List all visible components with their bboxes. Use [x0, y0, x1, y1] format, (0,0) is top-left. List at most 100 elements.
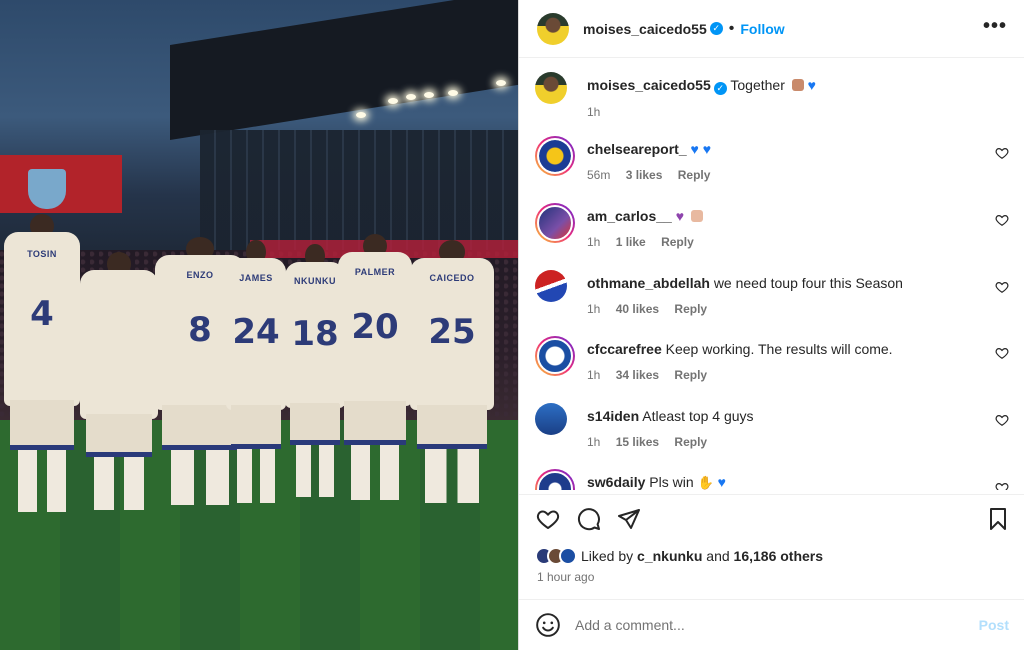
blue-heart-emoji-icon: ♥ [717, 474, 726, 490]
reply-button[interactable]: Reply [674, 368, 707, 382]
player [80, 252, 158, 510]
reply-button[interactable]: Reply [661, 235, 694, 249]
comment-likes[interactable]: 3 likes [626, 168, 663, 182]
praying-hands-emoji-icon: ✋ [697, 475, 714, 490]
comment-likes[interactable]: 34 likes [616, 368, 659, 382]
comment-username[interactable]: chelseareport_ [587, 141, 687, 157]
purple-heart-emoji-icon: ♥ [675, 208, 685, 224]
like-comment-heart-icon[interactable] [995, 346, 1009, 360]
verified-badge-icon: ✓ [713, 82, 727, 95]
player: TOSIN 4 [4, 214, 80, 512]
player: JAMES 24 [226, 240, 286, 503]
author-avatar[interactable] [535, 72, 567, 104]
comment-username[interactable]: cfccarefree [587, 341, 662, 357]
comment-time: 1h [587, 235, 601, 249]
add-comment-bar: Post [519, 599, 1024, 650]
floodlight [356, 112, 366, 118]
comment-username[interactable]: othmane_abdellah [587, 275, 710, 291]
floodlight [496, 80, 506, 86]
avatar[interactable] [535, 403, 567, 435]
reply-button[interactable]: Reply [678, 168, 711, 182]
fist-emoji-icon [690, 210, 703, 222]
reply-button[interactable]: Reply [674, 435, 707, 449]
comment-item: chelseareport_ ♥ ♥ 56m 3 likes Reply [535, 136, 1009, 188]
avatar[interactable] [535, 136, 575, 176]
liked-by-others[interactable]: 16,186 others [734, 548, 824, 564]
like-comment-heart-icon[interactable] [995, 481, 1009, 490]
liker-avatar [559, 547, 577, 565]
player: CAICEDO 25 [410, 240, 494, 503]
like-comment-heart-icon[interactable] [995, 146, 1009, 160]
floodlight [388, 98, 398, 104]
comments-list[interactable]: moises_caicedo55 ✓ Together ♥ 1h chelsear… [519, 58, 1024, 490]
comment-time: 1h [587, 302, 601, 316]
avatar[interactable] [535, 203, 575, 243]
caption: moises_caicedo55 ✓ Together ♥ 1h [535, 72, 1009, 122]
like-comment-heart-icon[interactable] [995, 213, 1009, 227]
stadium-roof [170, 0, 518, 141]
blue-heart-emoji-icon: ♥ [807, 77, 816, 93]
post-panel: moises_caicedo55 ✓ • Follow ••• moises_c… [518, 0, 1024, 650]
comment-username[interactable]: am_carlos__ [587, 208, 672, 224]
comment-likes[interactable]: 1 like [616, 235, 646, 249]
post-timestamp[interactable]: 1 hour ago [537, 570, 594, 584]
player-number: 4 [30, 293, 54, 334]
fist-emoji-icon [791, 79, 804, 91]
comment-likes[interactable]: 40 likes [616, 302, 659, 316]
player: PALMER 20 [338, 234, 412, 500]
comment-item: s14iden Atleast top 4 guys 1h 15 likes R… [535, 403, 1009, 455]
player: NKUNKU 18 [285, 244, 345, 497]
comment-text: Keep working. The results will come. [665, 341, 893, 357]
floodlight [406, 94, 416, 100]
caption-username[interactable]: moises_caicedo55 [587, 77, 711, 93]
liked-by-user[interactable]: c_nkunku [637, 548, 702, 564]
verified-badge-icon: ✓ [709, 22, 723, 35]
player-number: 20 [351, 306, 399, 347]
comment-item: sw6daily Pls win ✋ ♥ [535, 469, 1009, 490]
caption-text: Together [730, 77, 785, 93]
share-paper-plane-icon[interactable] [617, 507, 641, 531]
blue-heart-emoji-icon: ♥ [702, 141, 712, 157]
more-options-icon[interactable]: ••• [983, 16, 1007, 36]
like-heart-icon[interactable] [536, 507, 560, 531]
comment-text: Pls win [649, 474, 694, 490]
author-username[interactable]: moises_caicedo55 [583, 21, 707, 37]
comment-likes[interactable]: 15 likes [616, 435, 659, 449]
scoreboard [0, 155, 122, 213]
avatar[interactable] [535, 336, 575, 376]
like-comment-heart-icon[interactable] [995, 413, 1009, 427]
avatar[interactable] [535, 469, 575, 490]
player-name: PALMER [354, 266, 396, 277]
liked-by-prefix: Liked by [581, 548, 634, 564]
follow-button[interactable]: Follow [740, 21, 784, 37]
player-number: 25 [428, 311, 476, 352]
player-name: JAMES [239, 272, 273, 283]
emoji-smiley-icon[interactable] [535, 612, 561, 638]
author-avatar[interactable] [537, 12, 569, 45]
post-comment-button[interactable]: Post [979, 617, 1009, 633]
club-crest-icon [28, 169, 66, 209]
caption-time: 1h [587, 105, 601, 119]
add-comment-input[interactable] [575, 617, 979, 633]
post-header: moises_caicedo55 ✓ • Follow ••• [519, 0, 1024, 58]
comment-item: am_carlos__ ♥ 1h 1 like Reply [535, 203, 1009, 255]
like-comment-heart-icon[interactable] [995, 280, 1009, 294]
comment-username[interactable]: s14iden [587, 408, 639, 424]
avatar[interactable] [535, 270, 567, 302]
comment-time: 1h [587, 435, 601, 449]
player-name: NKUNKU [294, 276, 336, 287]
blue-heart-emoji-icon: ♥ [690, 141, 699, 157]
separator-dot: • [728, 19, 735, 37]
comment-text: Atleast top 4 guys [642, 408, 754, 424]
save-bookmark-icon[interactable] [986, 507, 1010, 531]
comment-bubble-icon[interactable] [577, 507, 601, 531]
player-name: TOSIN [27, 248, 57, 259]
liked-by-and: and [706, 548, 730, 564]
comment-username[interactable]: sw6daily [587, 474, 645, 490]
floodlight [424, 92, 434, 98]
post-image[interactable]: TOSIN 4 ENZO 8 JAMES 24 NKUNKU 18 PALMER… [0, 0, 518, 650]
action-bar [519, 494, 1024, 544]
comment-item: othmane_abdellah we need toup four this … [535, 270, 1009, 322]
reply-button[interactable]: Reply [674, 302, 707, 316]
player-number: 24 [232, 311, 280, 352]
